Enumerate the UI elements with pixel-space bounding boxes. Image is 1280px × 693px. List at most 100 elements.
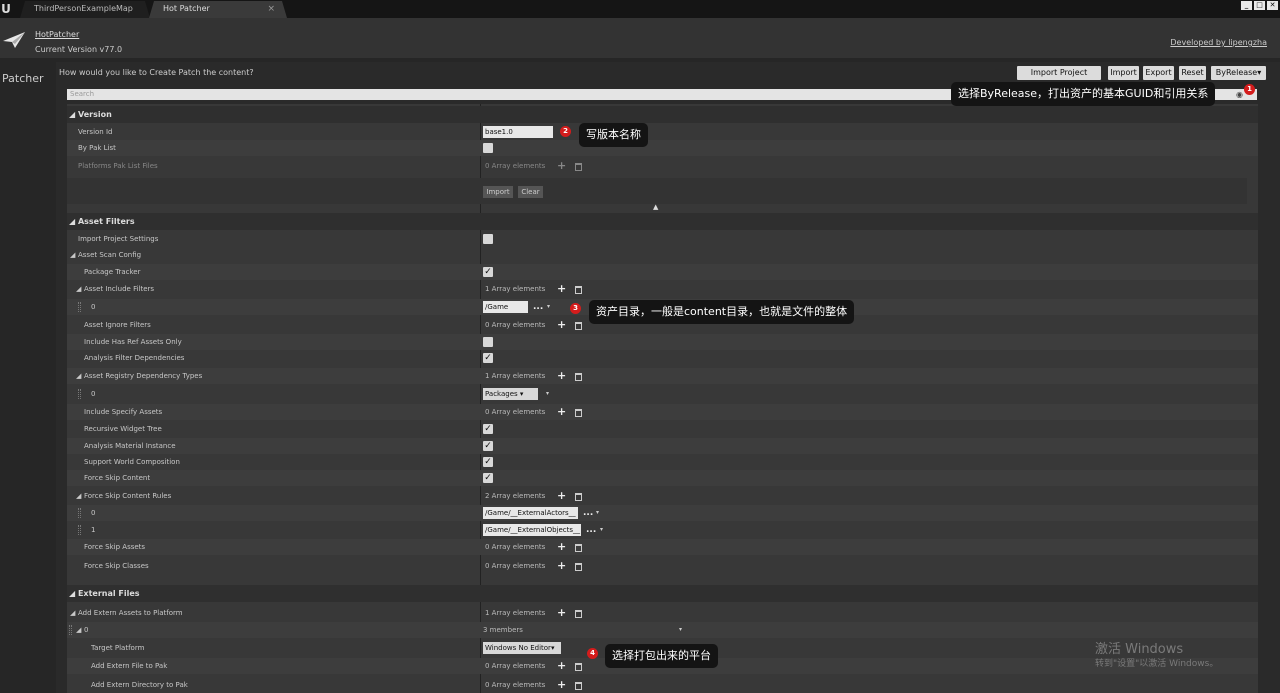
reset-button[interactable]: Reset — [1179, 66, 1206, 80]
section-external-files[interactable]: ◢ External Files — [67, 585, 1258, 602]
collapse-arrow-icon[interactable]: ▲ — [653, 203, 658, 211]
row-force-skip-content: Force Skip Content ✓ — [67, 470, 1258, 486]
browse-dots-button[interactable]: ... — [586, 525, 596, 535]
trash-icon[interactable] — [575, 610, 582, 618]
export-button[interactable]: Export — [1143, 66, 1174, 80]
property-label: Asset Ignore Filters — [84, 321, 151, 329]
include-has-ref-checkbox[interactable] — [483, 337, 493, 347]
import-project-config-button[interactable]: Import Project Config — [1017, 66, 1101, 91]
row-recursive-widget-tree: Recursive Widget Tree ✓ — [67, 421, 1258, 437]
array-index: 0 — [84, 626, 89, 634]
array-index: 0 — [91, 390, 96, 398]
skip-rule-path-input[interactable]: /Game/__ExternalActors__ — [483, 507, 578, 519]
row-include-has-ref: Include Has Ref Assets Only — [67, 334, 1258, 350]
package-tracker-checkbox[interactable]: ✓ — [483, 267, 493, 277]
browse-dots-button[interactable]: ... — [533, 302, 543, 312]
chevron-down-icon[interactable]: ▾ — [596, 505, 599, 521]
mode-label: ByRelease — [1215, 68, 1258, 77]
expand-arrow-icon[interactable]: ◢ — [76, 488, 81, 504]
section-title: Version — [77, 110, 112, 119]
annotation-callout-2: 写版本名称 — [579, 123, 648, 147]
array-count: 0 Array elements — [485, 408, 546, 416]
unreal-logo-icon: U — [1, 2, 11, 16]
property-label: Add Extern File to Pak — [91, 662, 168, 670]
support-world-composition-checkbox[interactable]: ✓ — [483, 457, 493, 467]
drag-handle-icon[interactable] — [78, 525, 81, 535]
chevron-down-icon[interactable]: ▾ — [600, 522, 603, 538]
chevron-down-icon[interactable]: ▾ — [547, 299, 550, 315]
chevron-down-icon: ▾ — [550, 644, 555, 652]
add-element-icon[interactable]: + — [557, 541, 566, 553]
include-filter-path-input[interactable]: /Game — [483, 301, 528, 313]
trash-icon[interactable] — [575, 563, 582, 571]
plugin-name-link[interactable]: HotPatcher — [35, 30, 79, 39]
add-element-icon[interactable]: + — [557, 560, 566, 572]
analysis-filter-deps-checkbox[interactable]: ✓ — [483, 353, 493, 363]
property-label: Add Extern Assets to Platform — [78, 609, 183, 617]
expand-arrow-icon[interactable]: ◢ — [76, 281, 81, 297]
expand-arrow-icon[interactable]: ◢ — [76, 368, 81, 384]
eye-icon[interactable]: ◉ — [1236, 90, 1243, 99]
row-force-skip-assets: Force Skip Assets 0 Array elements + — [67, 539, 1258, 555]
trash-icon[interactable] — [575, 663, 582, 671]
version-import-button[interactable]: Import — [483, 186, 513, 198]
trash-icon[interactable] — [575, 373, 582, 381]
target-platform-dropdown[interactable]: Windows No Editor▾ — [483, 642, 561, 654]
expand-arrow-icon[interactable]: ◢ — [70, 605, 75, 621]
annotation-badge-3: 3 — [570, 303, 581, 314]
row-add-extern-assets: ◢ Add Extern Assets to Platform 1 Array … — [67, 605, 1258, 621]
trash-icon[interactable] — [575, 286, 582, 294]
force-skip-content-checkbox[interactable]: ✓ — [483, 473, 493, 483]
trash-icon[interactable] — [575, 493, 582, 501]
trash-icon[interactable] — [575, 409, 582, 417]
section-version[interactable]: ◢ Version — [67, 106, 1258, 123]
add-element-icon[interactable]: + — [557, 283, 566, 295]
drag-handle-icon[interactable] — [69, 625, 72, 635]
developer-link[interactable]: Developed by lipengzha — [1170, 38, 1267, 47]
drag-handle-icon[interactable] — [78, 508, 81, 518]
import-button[interactable]: Import — [1108, 66, 1139, 80]
section-asset-filters[interactable]: ◢ Asset Filters — [67, 213, 1258, 230]
close-tab-icon[interactable]: × — [267, 1, 275, 17]
row-asset-scan-config[interactable]: ◢ Asset Scan Config — [67, 247, 1258, 263]
property-label: Asset Registry Dependency Types — [84, 372, 203, 380]
members-count: 3 members — [483, 626, 523, 634]
chevron-down-icon: ▾ — [519, 390, 524, 398]
browse-dots-button[interactable]: ... — [583, 508, 593, 518]
add-element-icon[interactable]: + — [557, 660, 566, 672]
add-element-icon[interactable]: + — [557, 607, 566, 619]
trash-icon[interactable] — [575, 544, 582, 552]
registry-type-dropdown[interactable]: Packages ▾ — [483, 388, 538, 400]
version-clear-button[interactable]: Clear — [518, 186, 543, 198]
tab-hot-patcher[interactable]: Hot Patcher × — [149, 1, 287, 18]
version-id-input[interactable]: base1.0 — [483, 126, 553, 138]
property-grid: ◢ Version Version Id base1.0 By Pak List… — [67, 104, 1258, 693]
array-index: 0 — [91, 303, 96, 311]
recursive-widget-tree-checkbox[interactable]: ✓ — [483, 424, 493, 434]
array-index: 0 — [91, 509, 96, 517]
analysis-material-instance-checkbox[interactable]: ✓ — [483, 441, 493, 451]
close-window-button[interactable]: ✕ — [1267, 1, 1278, 10]
tab-thirdpersonexamplemap[interactable]: ThirdPersonExampleMap — [20, 1, 150, 18]
drag-handle-icon[interactable] — [78, 302, 81, 312]
add-element-icon[interactable]: + — [557, 319, 566, 331]
import-project-settings-checkbox[interactable] — [483, 234, 493, 244]
add-element-icon[interactable]: + — [557, 406, 566, 418]
chevron-down-icon[interactable]: ▾ — [546, 386, 549, 402]
drag-handle-icon[interactable] — [78, 389, 81, 399]
trash-icon[interactable] — [575, 322, 582, 330]
skip-rule-path-input[interactable]: /Game/__ExternalObjects__ — [483, 524, 581, 536]
minimize-button[interactable]: _ — [1241, 1, 1252, 10]
add-element-icon[interactable]: + — [557, 490, 566, 502]
trash-icon[interactable] — [575, 682, 582, 690]
mode-dropdown[interactable]: ByRelease▾ — [1211, 66, 1266, 80]
chevron-down-icon[interactable]: ▾ — [679, 622, 682, 638]
add-element-icon[interactable]: + — [557, 370, 566, 382]
maximize-button[interactable]: □ — [1254, 1, 1265, 10]
add-element-icon[interactable]: + — [557, 679, 566, 691]
by-pak-list-checkbox[interactable] — [483, 143, 493, 153]
add-element-icon[interactable]: + — [557, 160, 566, 172]
expand-arrow-icon[interactable]: ◢ — [76, 622, 81, 638]
patcher-tab-label[interactable]: Patcher — [2, 72, 44, 85]
trash-icon[interactable] — [575, 163, 582, 171]
